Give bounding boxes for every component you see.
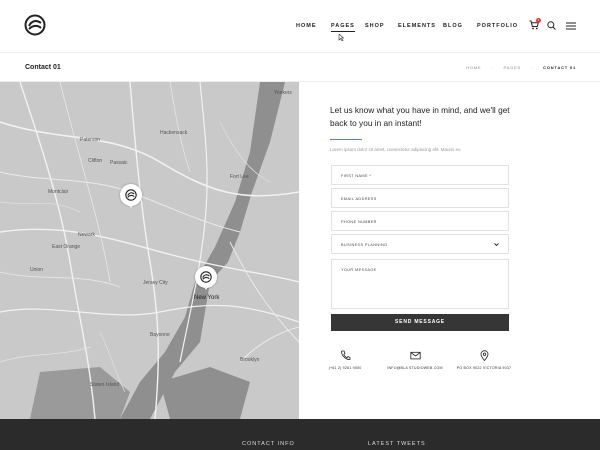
map-label-newark: Newark bbox=[78, 232, 95, 238]
contact-address: PO BOX 9022 VICTORIA 9037 bbox=[449, 350, 519, 370]
breadcrumb: HOME · PAGES · CONTACT 01 bbox=[466, 65, 576, 70]
first-name-field[interactable]: FIRST NAME * bbox=[331, 165, 509, 185]
business-planning-select[interactable]: BUSINESS PLANNING bbox=[331, 234, 509, 254]
message-textarea[interactable]: YOUR MESSAGE bbox=[331, 259, 509, 309]
message-placeholder: YOUR MESSAGE bbox=[341, 268, 377, 272]
breadcrumb-home[interactable]: HOME bbox=[466, 65, 481, 70]
map-label-hackensack: Hackensack bbox=[160, 130, 188, 136]
location-map[interactable]: Yonkers Hackensack Clifton Passaic Fort … bbox=[0, 82, 299, 419]
brand-logo-icon[interactable] bbox=[24, 14, 46, 36]
map-label-montclair: Montclair bbox=[48, 189, 69, 195]
email-field[interactable]: EMAIL ADDRESS bbox=[331, 188, 509, 208]
map-label-staten-island: Staten Island bbox=[90, 382, 120, 388]
footer-contact-info-heading: CONTACT INFO bbox=[242, 441, 295, 447]
phone-field[interactable]: PHONE NUMBER bbox=[331, 211, 509, 231]
breadcrumb-current: CONTACT 01 bbox=[543, 65, 576, 70]
map-label-yonkers: Yonkers bbox=[274, 90, 292, 96]
nav-portfolio[interactable]: PORTFOLIO bbox=[477, 23, 518, 29]
map-marker-pin[interactable] bbox=[195, 266, 217, 290]
map-label-fort-lee: Fort Lee bbox=[230, 174, 249, 180]
nav-home[interactable]: HOME bbox=[296, 23, 317, 29]
map-label-passaic: Passaic bbox=[110, 160, 128, 166]
map-graphic bbox=[0, 82, 299, 419]
nav-shop[interactable]: SHOP bbox=[365, 23, 385, 29]
map-label-bayonne: Bayonne bbox=[150, 332, 170, 338]
email-text[interactable]: INFO@BLA STUDIOWEB.COM bbox=[380, 366, 450, 370]
contact-phone: (+61 2) 9281 9000 bbox=[310, 350, 380, 370]
page-title: Contact 01 bbox=[25, 64, 61, 71]
business-planning-value: BUSINESS PLANNING bbox=[341, 243, 388, 247]
contact-email: INFO@BLA STUDIOWEB.COM bbox=[380, 350, 450, 370]
mouse-pointer-icon bbox=[338, 34, 344, 41]
map-label-union: Union bbox=[30, 267, 44, 273]
map-label-brooklyn: Brooklyn bbox=[240, 357, 260, 363]
brand-logo-icon bbox=[200, 271, 212, 283]
nav-blog[interactable]: BLOG bbox=[443, 23, 463, 29]
send-message-button[interactable]: SEND MESSAGE bbox=[331, 314, 509, 331]
site-header: HOME PAGES SHOP ELEMENTS BLOG PORTFOLIO … bbox=[0, 0, 600, 52]
map-label-east-orange: East Orange bbox=[52, 244, 81, 250]
cart-count-badge: 1 bbox=[536, 18, 541, 23]
map-label-new-york: New York bbox=[194, 295, 220, 301]
map-marker-pin[interactable] bbox=[120, 184, 142, 208]
address-text: PO BOX 9022 VICTORIA 9037 bbox=[456, 366, 512, 370]
hamburger-menu-icon[interactable] bbox=[566, 22, 576, 30]
contact-intro: Let us know what you have in mind, and w… bbox=[330, 104, 510, 152]
search-icon[interactable] bbox=[547, 21, 556, 30]
map-label-clifton: Clifton bbox=[88, 158, 103, 164]
heading-accent-divider bbox=[330, 139, 362, 140]
map-label-jersey-city: Jersey City bbox=[143, 280, 168, 286]
footer-latest-tweets-heading: LATEST TWEETS bbox=[368, 441, 426, 447]
phone-placeholder: PHONE NUMBER bbox=[341, 220, 377, 224]
phone-icon bbox=[340, 350, 350, 360]
contact-subtext: Lorem ipsum dolor sit amet, consectetur … bbox=[330, 147, 461, 152]
nav-pages[interactable]: PAGES bbox=[331, 23, 355, 32]
nav-elements[interactable]: ELEMENTS bbox=[398, 23, 436, 29]
page-title-bar: Contact 01 HOME · PAGES · CONTACT 01 bbox=[0, 52, 600, 82]
site-footer: CONTACT INFO LATEST TWEETS bbox=[0, 419, 600, 450]
email-placeholder: EMAIL ADDRESS bbox=[341, 197, 377, 201]
breadcrumb-pages[interactable]: PAGES bbox=[504, 65, 522, 70]
phone-text: (+61 2) 9281 9000 bbox=[328, 366, 362, 370]
chevron-down-icon bbox=[494, 243, 499, 247]
map-label-paterson: Paterson bbox=[80, 137, 101, 143]
breadcrumb-separator: · bbox=[531, 65, 534, 70]
contact-heading: Let us know what you have in mind, and w… bbox=[330, 105, 510, 128]
location-pin-icon bbox=[480, 350, 488, 361]
brand-logo-icon bbox=[125, 189, 137, 201]
first-name-placeholder: FIRST NAME * bbox=[341, 174, 372, 178]
envelope-icon bbox=[409, 351, 421, 360]
breadcrumb-separator: · bbox=[491, 65, 494, 70]
